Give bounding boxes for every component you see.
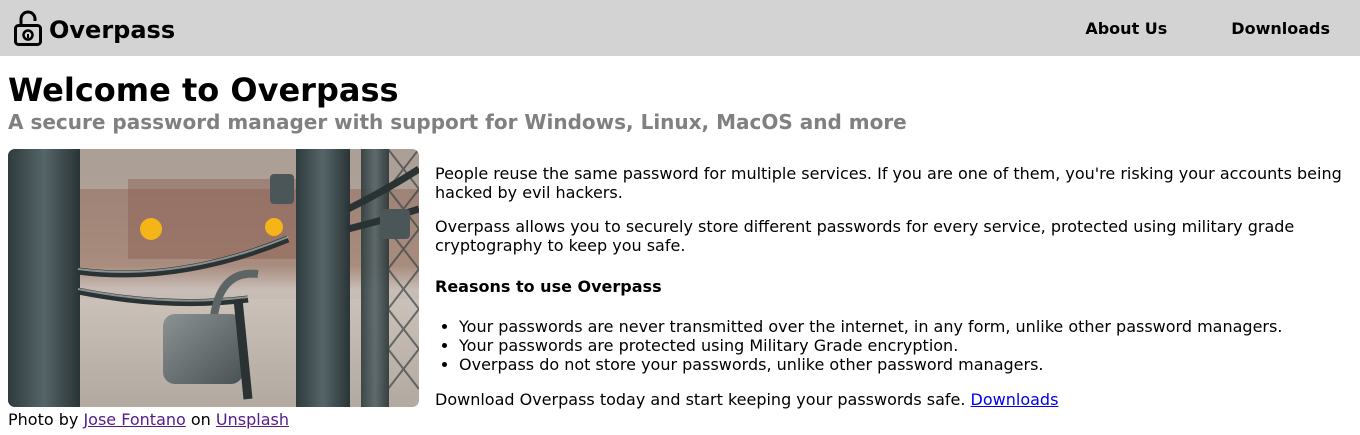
brand-name: Overpass (49, 16, 176, 44)
main-nav: About Us Downloads (1021, 0, 1330, 56)
list-item: Your passwords are never transmitted ove… (459, 317, 1350, 336)
photo-source-link[interactable]: Unsplash (216, 410, 289, 429)
reasons-list: Your passwords are never transmitted ove… (435, 317, 1350, 374)
hero-photo (8, 149, 419, 407)
list-item: Overpass do not store your passwords, un… (459, 355, 1350, 374)
cta-paragraph: Download Overpass today and start keepin… (435, 390, 1350, 409)
caption-prefix: Photo by (8, 410, 79, 429)
main-content: People reuse the same password for multi… (435, 164, 1350, 424)
nav-downloads[interactable]: Downloads (1231, 19, 1330, 38)
list-item: Your passwords are protected using Milit… (459, 336, 1350, 355)
photo-author-link[interactable]: Jose Fontano (83, 410, 185, 429)
cta-text: Download Overpass today and start keepin… (435, 390, 966, 409)
padlock-icon (13, 9, 43, 51)
nav-about-us[interactable]: About Us (1085, 19, 1167, 38)
page-title: Welcome to Overpass (8, 71, 399, 109)
photo-caption: Photo by Jose Fontano on Unsplash (8, 410, 289, 430)
brand[interactable]: Overpass (13, 9, 175, 51)
reasons-heading: Reasons to use Overpass (435, 277, 662, 296)
top-nav-bar: Overpass About Us Downloads (0, 0, 1360, 56)
downloads-link[interactable]: Downloads (971, 390, 1059, 409)
features-paragraph: Overpass allows you to securely store di… (435, 217, 1295, 255)
page-subtitle: A secure password manager with support f… (8, 110, 907, 134)
caption-mid: on (190, 410, 211, 429)
intro-paragraph: People reuse the same password for multi… (435, 164, 1342, 202)
